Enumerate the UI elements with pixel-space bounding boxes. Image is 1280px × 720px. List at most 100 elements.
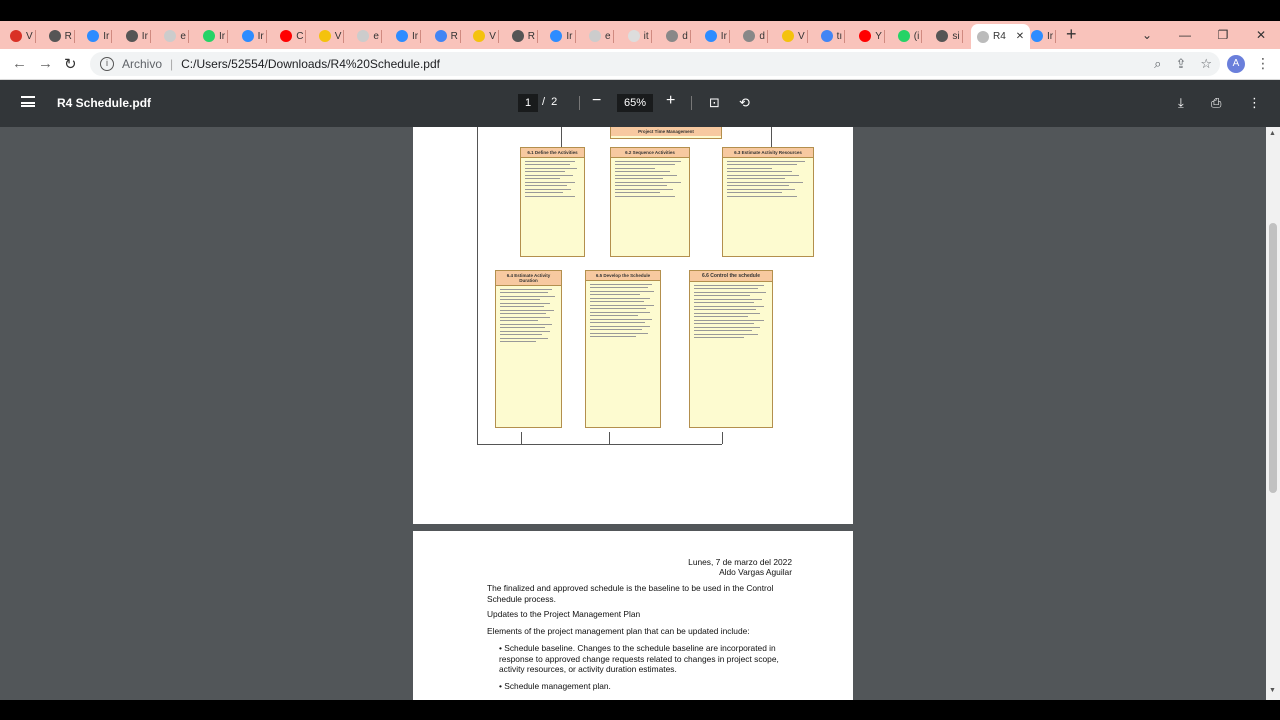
process-title: 6.2 Sequence Activities	[611, 148, 689, 158]
doc-paragraph: Elements of the project management plan …	[487, 626, 750, 636]
new-tab-button[interactable]: +	[1066, 25, 1082, 43]
back-arrow-icon[interactable]: ←	[12, 55, 27, 72]
tab-label: Ir	[257, 30, 264, 42]
browser-tab[interactable]: R	[511, 25, 539, 47]
connector-line	[561, 127, 562, 147]
pdf-title: R4 Schedule.pdf	[57, 96, 152, 110]
zoom-magnifier-icon[interactable]: ⌕	[1154, 56, 1161, 72]
tab-favicon-icon	[396, 30, 408, 42]
browser-tab[interactable]: Ir	[203, 25, 229, 47]
process-box: 6.2 Sequence Activities	[610, 147, 690, 257]
browser-tab[interactable]: Ir	[704, 25, 730, 47]
share-icon[interactable]: ⇪	[1175, 56, 1186, 72]
hamburger-menu-icon[interactable]	[21, 96, 35, 107]
close-window-icon[interactable]: ✕	[1242, 28, 1280, 42]
print-icon[interactable]: ⎙	[1211, 95, 1221, 111]
fit-page-icon[interactable]: ⊡	[709, 95, 720, 111]
forward-arrow-icon[interactable]: →	[38, 55, 53, 72]
tab-separator	[420, 30, 422, 43]
download-icon[interactable]: ⤓	[1178, 95, 1184, 111]
tab-search-chevron-icon[interactable]: ⌄	[1128, 28, 1166, 42]
browser-tab[interactable]: V	[318, 25, 345, 47]
connector-line	[771, 127, 772, 147]
doc-heading: Updates to the Project Management Plan	[487, 609, 641, 619]
viewer-scrollbar[interactable]: ▲ ▼	[1266, 127, 1280, 700]
browser-tab[interactable]: C	[280, 25, 307, 47]
browser-tab[interactable]: V	[782, 25, 808, 47]
tab-separator	[766, 30, 768, 43]
browser-tab[interactable]: V	[10, 25, 36, 47]
profile-avatar[interactable]: A	[1227, 55, 1245, 73]
browser-tab[interactable]: e	[164, 25, 189, 47]
zoom-out-icon[interactable]: −	[592, 92, 601, 110]
tab-separator	[574, 30, 576, 43]
tab-separator	[34, 30, 36, 43]
minimize-icon[interactable]: —	[1166, 28, 1204, 42]
pdf-viewer[interactable]: Project Time Management 6.1 Define the A…	[0, 127, 1266, 700]
tab-separator	[73, 30, 75, 43]
url-omnibox[interactable]: i Archivo | C:/Users/52554/Downloads/R4%…	[90, 52, 1220, 76]
browser-tab[interactable]: R	[434, 25, 461, 47]
browser-tab[interactable]: Ir	[241, 25, 267, 47]
tab-separator	[728, 30, 730, 43]
browser-tab[interactable]: si	[936, 25, 963, 47]
root-title: Project Time Management	[611, 127, 721, 136]
browser-tab[interactable]: d	[666, 25, 691, 47]
scrollbar-thumb[interactable]	[1269, 223, 1277, 493]
browser-tab[interactable]: Ir	[87, 25, 113, 47]
tab-favicon-icon	[125, 30, 138, 42]
tab-active[interactable]: R4 ✕	[971, 24, 1031, 49]
browser-tab[interactable]: e	[357, 25, 382, 47]
tab-close-icon[interactable]: ✕	[1016, 31, 1024, 42]
zoom-in-icon[interactable]: +	[666, 92, 675, 110]
browser-tab[interactable]: it	[627, 25, 652, 47]
tab-label: Ir	[1047, 30, 1054, 42]
tab-favicon-icon	[704, 30, 717, 42]
browser-tab[interactable]: d	[743, 25, 768, 47]
scroll-down-icon[interactable]: ▼	[1269, 687, 1276, 694]
browser-tab[interactable]: Y	[859, 25, 885, 47]
pdf-page-2: Lunes, 7 de marzo del 2022 Aldo Vargas A…	[413, 531, 853, 700]
browser-tab[interactable]: tı	[820, 25, 846, 47]
doc-bullet: • Schedule baseline. Changes to the sche…	[499, 643, 779, 674]
zoom-level-input[interactable]: 65%	[617, 94, 653, 112]
tab-favicon-icon	[550, 30, 563, 42]
browser-tab[interactable]: Ir	[1031, 25, 1057, 47]
url-text[interactable]: C:/Users/52554/Downloads/R4%20Schedule.p…	[181, 57, 440, 71]
pdf-page-1: Project Time Management 6.1 Define the A…	[413, 127, 853, 524]
bookmark-star-icon[interactable]: ☆	[1200, 56, 1212, 72]
process-title: 6.3 Estimate Activity Resources	[723, 148, 813, 158]
browser-tab[interactable]: (i	[897, 25, 923, 47]
browser-tab[interactable]: R	[48, 25, 75, 47]
tab-label: V	[798, 30, 805, 42]
tab-separator	[921, 30, 923, 43]
info-icon[interactable]: i	[100, 57, 114, 71]
browser-menu-icon[interactable]: ⋮	[1256, 55, 1270, 72]
tab-favicon-icon	[897, 30, 910, 42]
browser-tab[interactable]: e	[589, 25, 614, 47]
reload-icon[interactable]: ↻	[64, 55, 77, 73]
page-number-input[interactable]: 1	[518, 94, 538, 112]
tab-separator	[883, 30, 885, 43]
browser-tab[interactable]: V	[473, 25, 499, 47]
tab-separator	[343, 30, 345, 43]
restore-icon[interactable]: ❐	[1204, 28, 1242, 42]
process-box: 6.6 Control the schedule	[689, 270, 773, 428]
pdf-more-menu-icon[interactable]: ⋮	[1248, 95, 1261, 111]
browser-tab[interactable]: Ir	[550, 25, 576, 47]
tab-label: e	[605, 30, 611, 42]
tab-separator	[305, 30, 307, 43]
tab-label: R	[64, 30, 72, 42]
tab-favicon-icon	[10, 30, 22, 42]
browser-tab[interactable]: Ir	[396, 25, 422, 47]
toolbar-divider	[691, 96, 692, 110]
browser-tab[interactable]: Ir	[125, 25, 151, 47]
tab-label: e	[373, 30, 379, 42]
tab-separator	[497, 30, 499, 43]
tab-favicon-icon	[1031, 30, 1043, 42]
scroll-up-icon[interactable]: ▲	[1269, 130, 1276, 137]
root-box: Project Time Management	[610, 127, 722, 139]
doc-paragraph: The finalized and approved schedule is t…	[487, 583, 774, 604]
connector-line	[722, 432, 723, 444]
rotate-icon[interactable]: ⟲	[739, 95, 750, 111]
